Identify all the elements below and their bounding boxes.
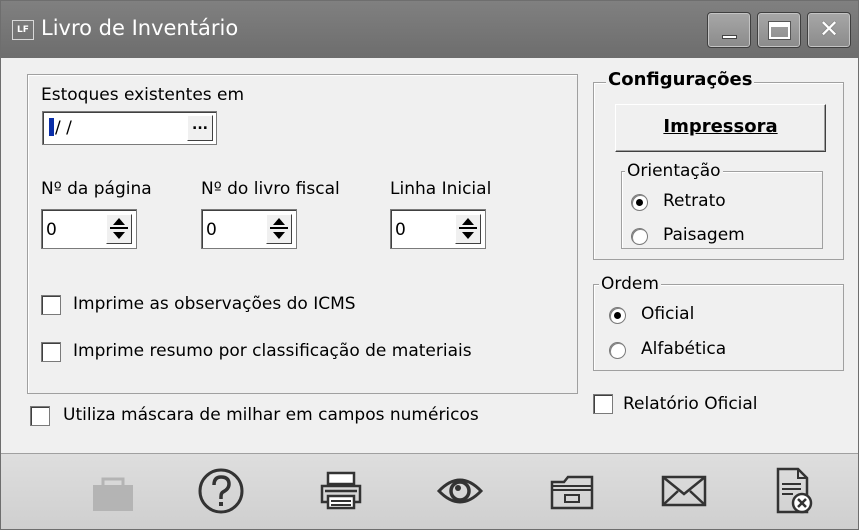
livro-inventario-window: LF Livro de Inventário ✕ Estoques existe… xyxy=(0,0,859,530)
official-report-label[interactable]: Relatório Oficial xyxy=(623,394,758,414)
order-alphabetical-label[interactable]: Alfabética xyxy=(641,339,726,359)
official-report-checkbox[interactable] xyxy=(593,394,613,414)
stock-date-value: / / xyxy=(55,118,72,138)
arrow-down-icon xyxy=(273,232,285,239)
initial-line-stepper[interactable] xyxy=(455,214,481,244)
arrow-up-icon xyxy=(462,218,474,225)
thousand-mask-checkbox[interactable] xyxy=(30,406,50,426)
fiscal-book-number-spinner[interactable]: 0 xyxy=(201,209,297,249)
preview-icon xyxy=(436,478,484,504)
thousand-mask-label[interactable]: Utiliza máscara de milhar em campos numé… xyxy=(63,405,479,425)
email-button[interactable] xyxy=(656,464,712,518)
page-number-value: 0 xyxy=(46,220,57,240)
print-summary-label[interactable]: Imprime resumo por classificação de mate… xyxy=(73,341,472,361)
arrow-up-icon xyxy=(113,218,125,225)
initial-line-label: Linha Inicial xyxy=(390,179,492,199)
orientation-landscape-radio[interactable] xyxy=(631,228,648,245)
orientation-landscape-label[interactable]: Paisagem xyxy=(663,225,745,245)
print-button[interactable] xyxy=(313,464,369,518)
config-title: Configurações xyxy=(606,69,755,90)
initial-line-value: 0 xyxy=(395,220,406,240)
print-summary-checkbox[interactable] xyxy=(41,342,61,362)
close-document-icon xyxy=(776,467,813,514)
maximize-icon xyxy=(768,21,791,40)
help-icon xyxy=(198,468,244,514)
printer-button-label: Impressora xyxy=(663,116,778,137)
print-icms-observations-label[interactable]: Imprime as observações do ICMS xyxy=(73,294,356,314)
date-picker-button[interactable]: ... xyxy=(187,115,213,141)
printer-button[interactable]: Impressora xyxy=(615,104,826,152)
orientation-title: Orientação xyxy=(625,161,723,181)
stepper-divider xyxy=(459,227,477,229)
arrow-down-icon xyxy=(462,232,474,239)
fiscal-book-number-label: Nº do livro fiscal xyxy=(201,179,340,199)
window-title: Livro de Inventário xyxy=(41,16,239,40)
fiscal-book-number-stepper[interactable] xyxy=(266,214,292,244)
printer-icon xyxy=(320,471,362,510)
close-button[interactable]: ✕ xyxy=(807,12,851,48)
stepper-divider xyxy=(110,227,128,229)
minimize-icon xyxy=(722,35,737,39)
title-bar[interactable]: LF Livro de Inventário ✕ xyxy=(1,1,858,58)
orientation-portrait-label[interactable]: Retrato xyxy=(663,191,726,211)
stepper-divider xyxy=(270,227,288,229)
close-document-button[interactable] xyxy=(765,464,821,518)
print-icms-observations-checkbox[interactable] xyxy=(41,295,61,315)
app-logo-icon: LF xyxy=(12,20,34,40)
briefcase-icon xyxy=(93,477,133,511)
fiscal-book-number-value: 0 xyxy=(206,220,217,240)
order-alphabetical-radio[interactable] xyxy=(609,342,626,359)
page-number-spinner[interactable]: 0 xyxy=(41,209,137,249)
text-caret xyxy=(49,118,54,136)
maximize-button[interactable] xyxy=(757,12,801,48)
page-number-label: Nº da página xyxy=(41,179,152,199)
folder-icon xyxy=(550,475,594,510)
close-icon: ✕ xyxy=(818,15,840,43)
minimize-button[interactable] xyxy=(707,12,751,48)
bottom-toolbar xyxy=(1,453,858,529)
briefcase-button xyxy=(85,464,141,518)
arrow-up-icon xyxy=(273,218,285,225)
help-button[interactable] xyxy=(193,464,249,518)
order-title: Ordem xyxy=(599,274,661,294)
orientation-portrait-radio[interactable] xyxy=(631,194,648,211)
stock-date-label: Estoques existentes em xyxy=(41,85,245,105)
preview-button[interactable] xyxy=(432,464,488,518)
order-official-radio[interactable] xyxy=(609,307,626,324)
mail-icon xyxy=(661,475,707,507)
order-official-label[interactable]: Oficial xyxy=(641,304,694,324)
initial-line-spinner[interactable]: 0 xyxy=(390,209,486,249)
arrow-down-icon xyxy=(113,232,125,239)
stock-date-input[interactable]: / / ... xyxy=(42,111,217,145)
page-number-stepper[interactable] xyxy=(106,214,132,244)
open-folder-button[interactable] xyxy=(544,464,600,518)
